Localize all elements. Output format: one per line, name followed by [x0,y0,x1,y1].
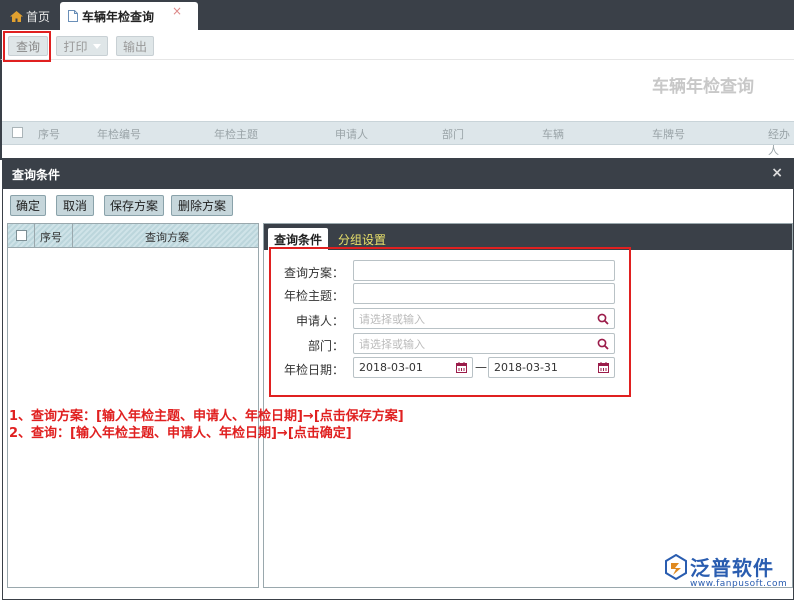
column-divider [34,224,35,248]
export-button[interactable]: 输出 [116,36,154,56]
tab-home-label: 首页 [26,9,51,24]
scheme-col-name[interactable]: 查询方案 [145,229,189,245]
brand-logo: 泛普软件 www.fanpusoft.com [664,552,788,596]
print-button-label: 打印 [63,39,88,54]
tab-active-label: 车辆年检查询 [82,9,155,24]
logo-icon [665,554,687,580]
dialog-title: 查询条件 [12,167,61,182]
highlight-query-box [3,31,51,62]
scheme-select-all-checkbox[interactable] [16,230,27,241]
grid-col-vehicle[interactable]: 车辆 [542,126,564,142]
print-button[interactable]: 打印 [56,36,108,56]
close-icon[interactable]: × [771,165,783,181]
tab-close-icon[interactable]: × [172,4,182,18]
grid-header: 序号 年检编号 年检主题 申请人 部门 车辆 车牌号 经办人 [2,121,794,157]
dialog-toolbar: 确定 取消 保存方案 删除方案 [3,189,793,221]
chevron-down-icon [92,43,101,49]
grid-col-applicant[interactable]: 申请人 [335,126,368,142]
main-toolbar: 查询 打印 输出 [0,30,794,60]
save-scheme-button[interactable]: 保存方案 [104,195,164,216]
grid-col-dept[interactable]: 部门 [442,126,464,142]
confirm-button[interactable]: 确定 [10,195,46,216]
grid-col-plate[interactable]: 车牌号 [652,126,685,142]
grid-col-subject[interactable]: 年检主题 [214,126,258,142]
highlight-form-box [269,247,631,397]
document-icon [68,10,78,22]
annotation-note-2: 2、查询：[输入年检主题、申请人、年检日期]→[点击确定] [9,426,352,441]
cancel-button[interactable]: 取消 [56,195,94,216]
tab-vehicle-inspection[interactable]: 车辆年检查询 × [60,2,198,30]
logo-name: 泛普软件 [690,556,774,580]
page-left-border [0,60,2,160]
grid-select-all-checkbox[interactable] [12,127,23,138]
logo-url: www.fanpusoft.com [690,579,788,589]
grid-col-index[interactable]: 序号 [38,126,60,142]
grid-col-number[interactable]: 年检编号 [97,126,141,142]
home-icon [10,10,23,22]
dialog-title-bar: 查询条件 × [3,159,793,189]
scheme-col-index[interactable]: 序号 [40,229,62,245]
scheme-list-header: 序号 查询方案 [8,224,258,248]
delete-scheme-button[interactable]: 删除方案 [171,195,233,216]
tab-bar: 首页 车辆年检查询 × [0,0,794,30]
grid-col-handler[interactable]: 经办人 [768,126,794,158]
tab-home[interactable]: 首页 [4,5,56,27]
column-divider [72,224,73,248]
page-title: 车辆年检查询 [652,77,754,97]
